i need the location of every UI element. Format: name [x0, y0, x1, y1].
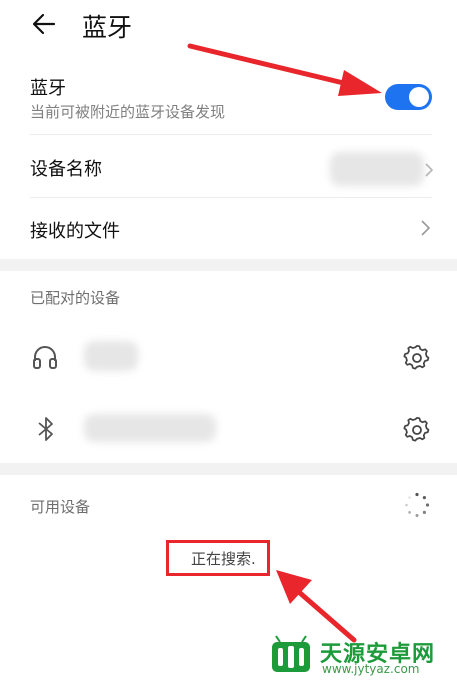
bluetooth-toggle[interactable] — [385, 84, 432, 110]
divider — [30, 197, 432, 198]
paired-devices-title: 已配对的设备 — [30, 289, 121, 307]
watermark-android-logo-icon — [272, 635, 310, 672]
page-title: 蓝牙 — [82, 13, 133, 42]
headphones-icon — [33, 346, 57, 369]
device-name-blurred — [84, 341, 138, 371]
annotation-arrow-icon — [187, 43, 382, 96]
back-arrow-icon[interactable] — [30, 10, 58, 38]
searching-status-text: 正在搜索. — [191, 550, 256, 568]
available-devices-title: 可用设备 — [30, 498, 91, 516]
watermark-url: www.jytyaz.com — [322, 662, 420, 676]
bluetooth-visibility-text: 当前可被附近的蓝牙设备发现 — [30, 103, 226, 121]
bluetooth-icon — [38, 417, 53, 441]
gear-icon[interactable] — [403, 416, 431, 444]
device-name-blurred — [84, 414, 216, 442]
section-gap — [0, 463, 457, 475]
received-files-label: 接收的文件 — [30, 221, 120, 242]
toggle-knob — [409, 87, 429, 107]
gear-icon[interactable] — [403, 344, 431, 372]
chevron-right-icon — [425, 163, 434, 177]
device-name-label: 设备名称 — [30, 159, 102, 180]
chevron-right-icon — [421, 220, 431, 236]
loading-spinner-icon — [405, 492, 430, 517]
divider — [30, 134, 432, 135]
device-name-value-blurred — [330, 152, 424, 186]
bluetooth-label: 蓝牙 — [30, 78, 66, 99]
searching-highlight-box: 正在搜索. — [166, 540, 270, 576]
section-gap — [0, 259, 457, 271]
